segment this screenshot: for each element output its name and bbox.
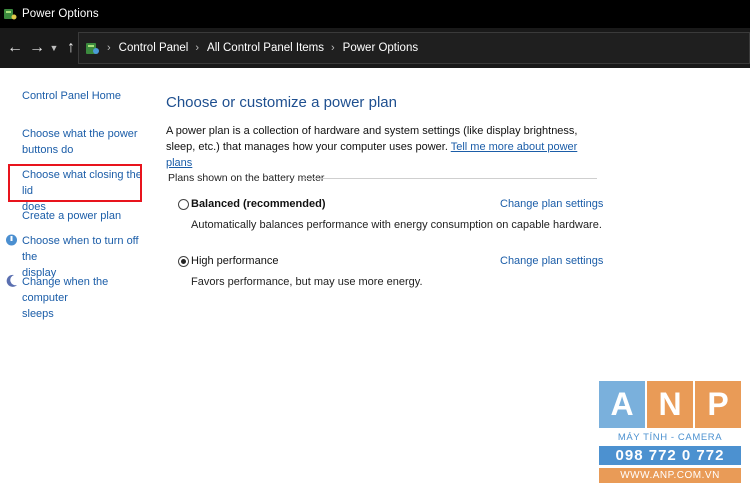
arrow-left-icon[interactable]: ← [4,39,26,57]
highlight-box [8,164,142,202]
computer-sleeps-link[interactable]: Change when the computer sleeps [22,274,155,322]
plan-high-performance-name[interactable]: High performance [191,255,278,267]
plan-balanced-description: Automatically balances performance with … [191,219,602,231]
chevron-down-icon[interactable]: ▼ [48,43,60,53]
change-plan-settings-balanced-link[interactable]: Change plan settings [500,198,603,210]
chevron-right-icon[interactable]: › [195,42,199,54]
power-options-icon [4,9,17,20]
watermark-tagline: MÁY TÍNH - CAMERA [617,432,723,443]
task-label: Choose when to turn off the [22,235,139,263]
watermark-letter: P [695,381,741,428]
display-icon [6,234,17,246]
watermark-letter: A [599,381,645,428]
control-panel-home-link[interactable]: Control Panel Home [22,88,121,104]
moon-icon [6,274,17,287]
group-label: Plans shown on the battery meter [168,172,325,184]
watermark-site: WWW.ANP.COM.VN [599,468,741,483]
plan-high-performance-description: Favors performance, but may use more ene… [191,276,423,288]
task-label: Change when the computer [22,276,109,304]
breadcrumb-item-power-options[interactable]: Power Options [343,42,418,54]
task-label: Choose what the power [22,128,138,140]
watermark-letter: N [647,381,693,428]
breadcrumb-item-all-items[interactable]: All Control Panel Items [207,42,324,54]
watermark-tiles: A N P [599,381,741,428]
window-title: Power Options [22,8,99,20]
watermark-logo: A N P MÁY TÍNH - CAMERA 098 772 0 772 WW… [599,381,741,491]
control-panel-icon [86,43,99,54]
change-plan-settings-high-performance-link[interactable]: Change plan settings [500,255,603,267]
task-pane: Control Panel Home Choose what the power… [0,68,155,500]
plan-balanced-name[interactable]: Balanced (recommended) [191,198,325,210]
watermark-phone: 098 772 0 772 [599,446,741,465]
create-power-plan-link[interactable]: Create a power plan [22,208,121,224]
plan-high-performance-radio[interactable] [178,256,189,267]
address-bar: ← → ▼ ↑ › Control Panel › All Control Pa… [0,28,750,68]
breadcrumb[interactable]: › Control Panel › All Control Panel Item… [78,32,750,64]
chevron-right-icon[interactable]: › [107,42,111,54]
plan-balanced-radio[interactable] [178,199,189,210]
task-label: buttons do [22,144,74,156]
page-title: Choose or customize a power plan [166,94,397,111]
divider [303,178,597,179]
power-buttons-link[interactable]: Choose what the power buttons do [22,126,138,158]
task-label: sleeps [22,308,54,320]
breadcrumb-item-control-panel[interactable]: Control Panel [119,42,189,54]
arrow-right-icon[interactable]: → [26,39,48,57]
title-bar: Power Options [0,0,750,28]
chevron-right-icon[interactable]: › [331,42,335,54]
page-description: A power plan is a collection of hardware… [166,123,606,171]
